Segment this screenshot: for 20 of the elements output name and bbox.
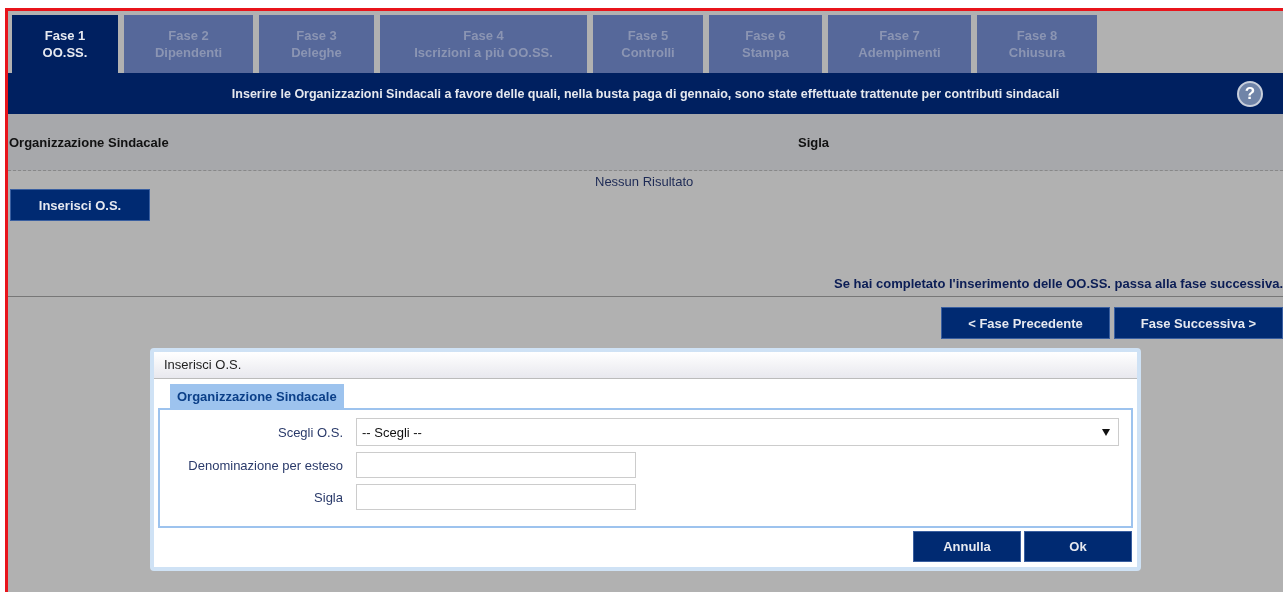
column-header: Sigla [798,134,830,150]
column-header: Organizzazione Sindacale [9,134,170,150]
dropdown-field[interactable]: -- Scegli -- [356,418,1119,446]
ok-button[interactable]: Ok [1024,531,1132,562]
field-label: Scegli O.S. [276,424,343,440]
cancel-button[interactable]: Annulla [913,531,1021,562]
hint-text: Se hai completato l'inserimento delle OO.SS. passa alla fase successiva. [834,276,1283,291]
previous-button[interactable]: < Fase Precedente [941,307,1110,339]
phase-tab[interactable]: Fase 1 OO.SS. [12,15,118,73]
dropdown-arrow-icon [1102,428,1110,436]
instruction-text: Inserire le Organizzazioni Sindacali a favore delle quali, nella busta paga di gennaio, sono state effettuate trattenute per contributi sindacali [231,86,1060,101]
field-label: Denominazione per esteso [187,457,343,473]
input-field[interactable] [356,484,636,510]
insert-button[interactable]: Inserisci O.S. [10,189,150,221]
next-button[interactable]: Fase Successiva > [1114,307,1283,339]
input-field[interactable] [356,452,636,478]
field-label: Sigla [313,489,343,505]
help-button[interactable]: ? [1237,81,1263,107]
dialog-tab[interactable]: Organizzazione Sindacale [170,384,344,408]
empty-message: Nessun Risultato [595,174,694,189]
